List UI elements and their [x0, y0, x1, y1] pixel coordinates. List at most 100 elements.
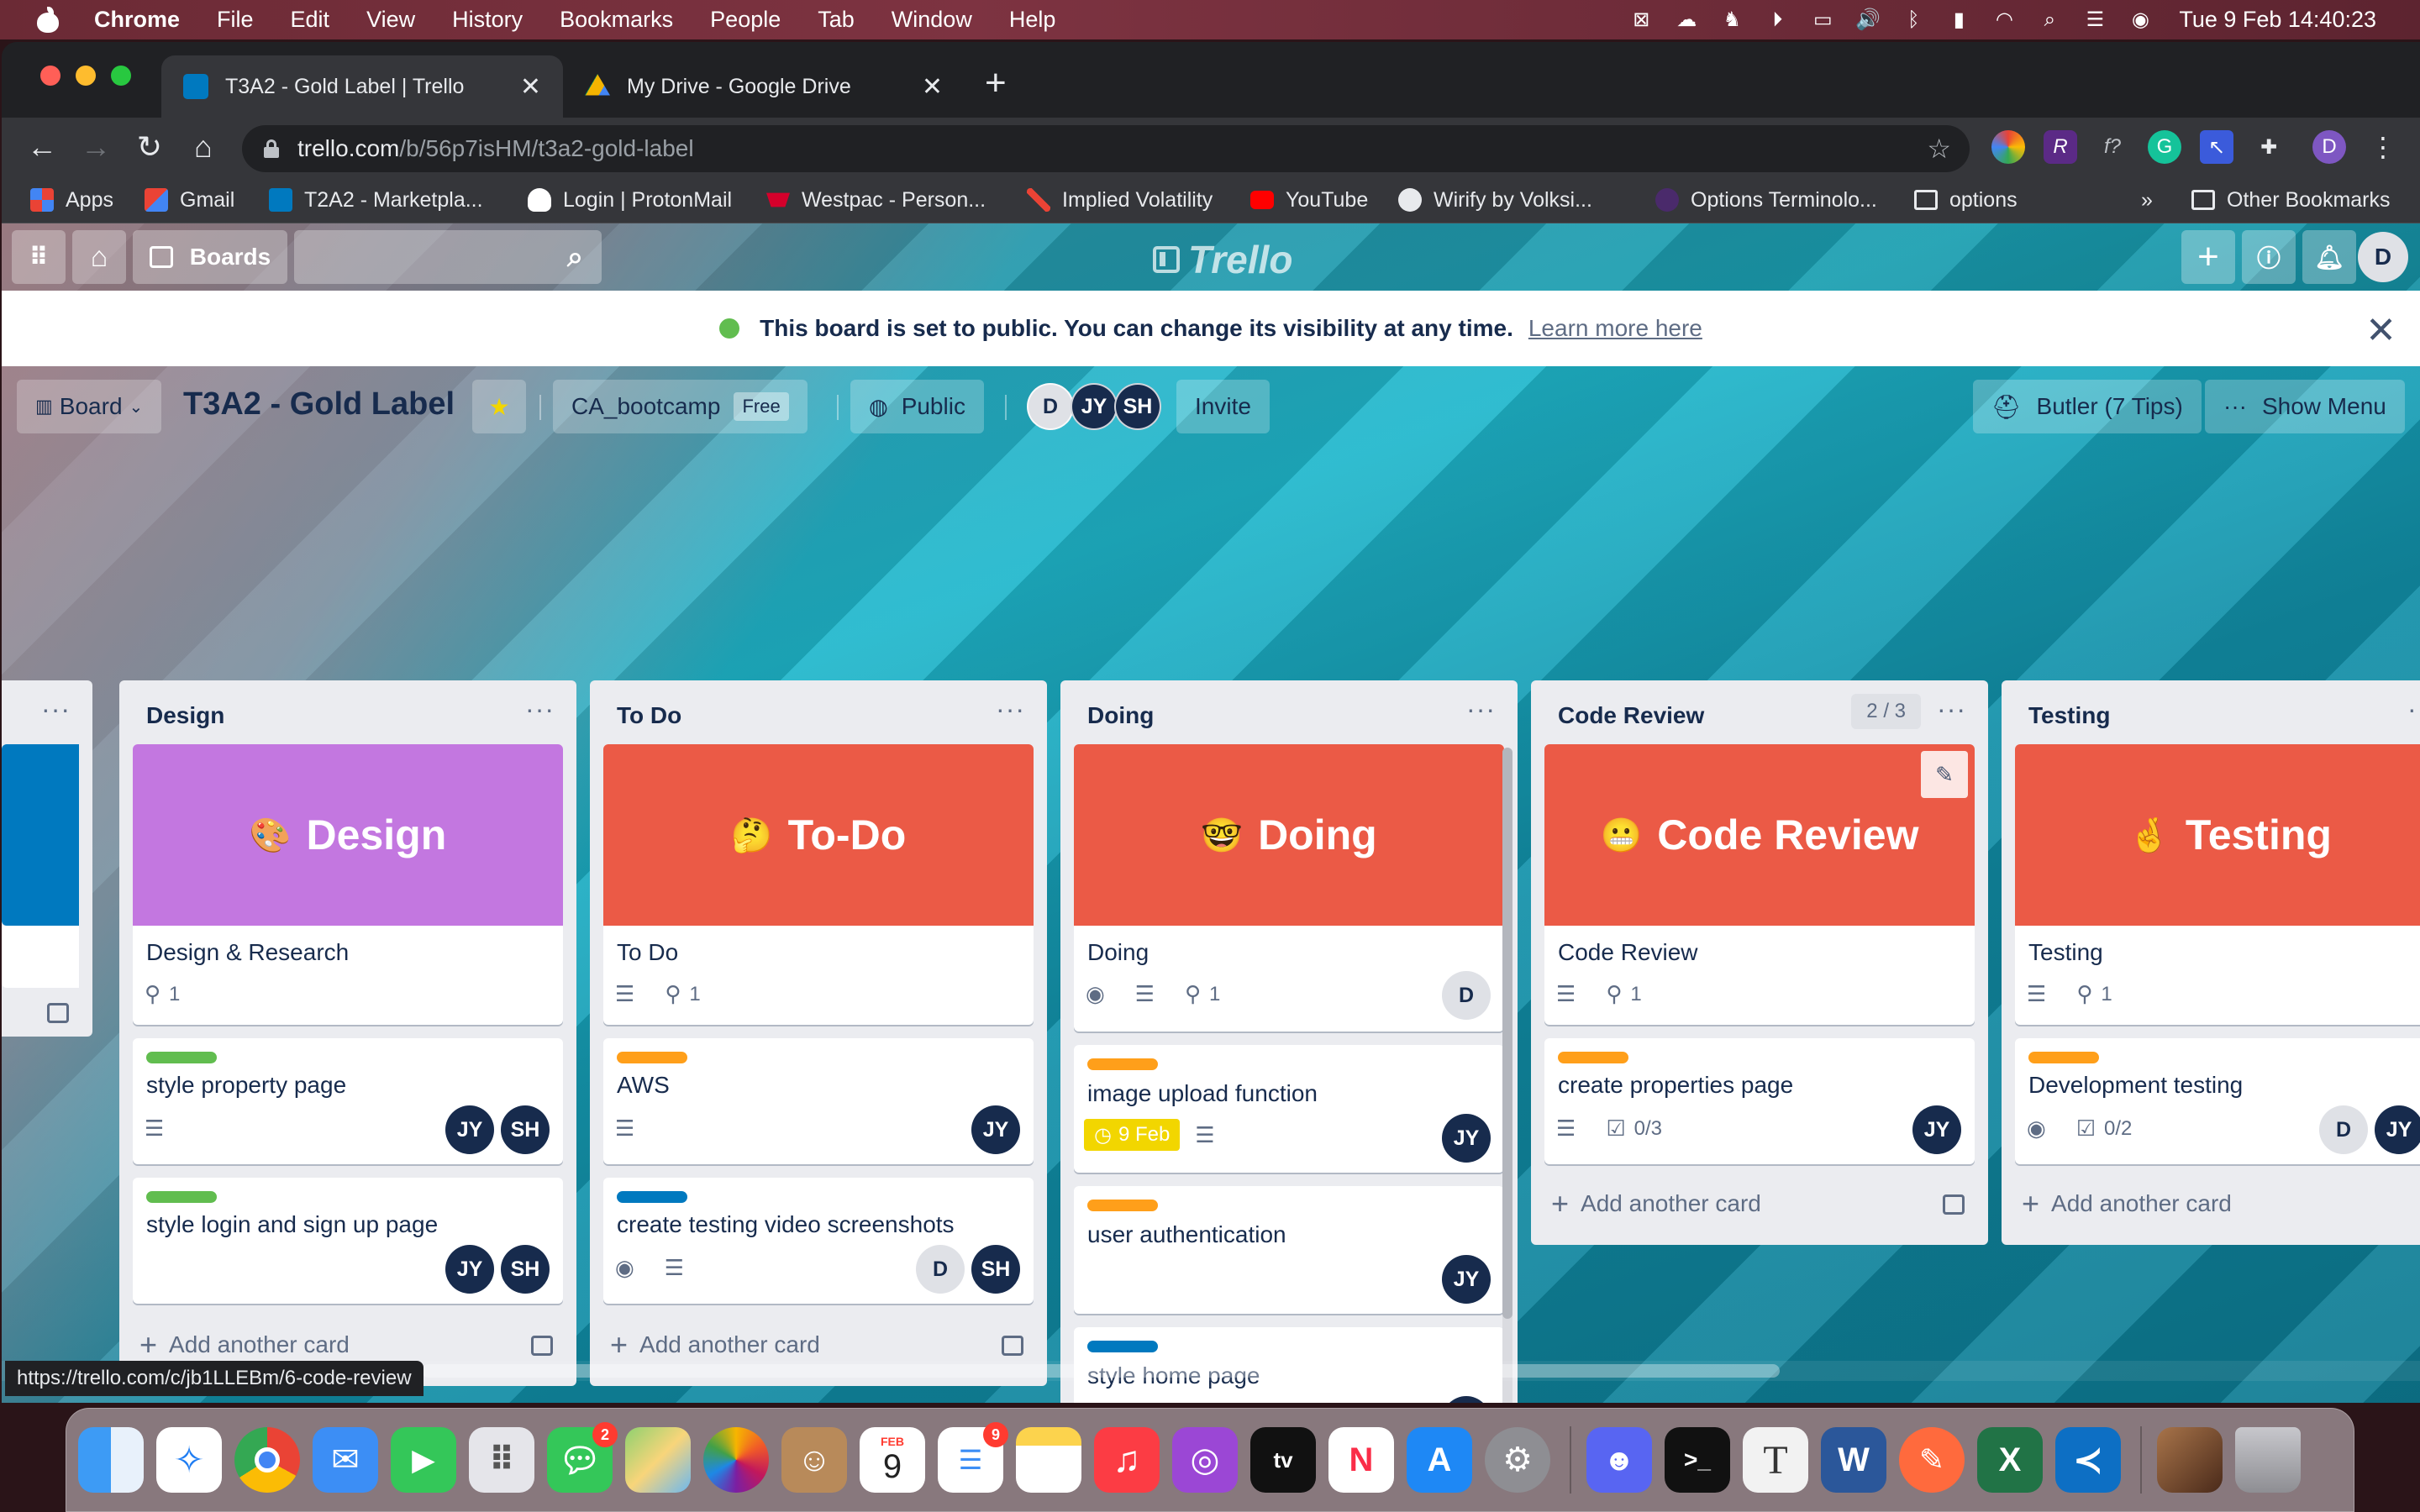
card-design-research[interactable]: 🎨 Design Design & Research ⚲ 1 — [133, 744, 563, 1025]
member-avatar[interactable]: SH — [971, 1245, 1020, 1294]
card-create-properties-page[interactable]: create properties page ☰ ☑ 0/3 JY — [1544, 1038, 1975, 1164]
member-avatar[interactable]: SH — [501, 1105, 550, 1154]
discord-icon[interactable]: ☻ — [1586, 1427, 1652, 1493]
member-avatar[interactable]: JY — [445, 1105, 494, 1154]
tab-trello[interactable]: T3A2 - Gold Label | Trello ✕ — [161, 55, 563, 118]
wifi-icon[interactable]: ◠ — [1991, 8, 2018, 32]
card-to-do[interactable]: 🤔 To-Do To Do ☰ ⚲ 1 — [603, 744, 1034, 1025]
podcasts-icon[interactable]: ◎ — [1172, 1427, 1238, 1493]
menu-bookmarks[interactable]: Bookmarks — [560, 7, 673, 33]
list-menu-icon[interactable]: ··· — [41, 694, 71, 725]
scrollbar-thumb[interactable] — [422, 1364, 1780, 1378]
function-extension-icon[interactable]: f? — [2096, 130, 2129, 164]
add-card-button[interactable]: + Add another card — [139, 1324, 350, 1366]
card-user-authentication[interactable]: user authentication JY — [1074, 1186, 1504, 1314]
new-tab-icon[interactable]: + — [985, 62, 1007, 104]
volume-icon[interactable]: 🔊 — [1854, 8, 1881, 32]
team-button[interactable]: CA_bootcamp Free — [553, 380, 808, 433]
board-view-switcher[interactable]: ▥ Board ⌄ — [17, 380, 162, 433]
music-icon[interactable]: ♫ — [1094, 1427, 1160, 1493]
bookmarks-overflow-icon[interactable]: » — [2141, 186, 2153, 213]
card-cover[interactable] — [2, 744, 79, 926]
list-menu-icon[interactable]: ··· — [996, 694, 1025, 725]
recent-document-icon[interactable] — [2157, 1427, 2223, 1493]
news-icon[interactable]: N — [1328, 1427, 1394, 1493]
card-doing[interactable]: 🤓 Doing Doing ◉ ☰ ⚲ 1 D — [1074, 744, 1504, 1032]
boards-button[interactable]: Boards — [133, 230, 287, 284]
bookmark-folder-options[interactable]: options — [1914, 186, 2018, 213]
home-button[interactable]: ⌂ — [72, 230, 126, 284]
forward-icon[interactable]: → — [77, 129, 114, 165]
bookmark-wirify[interactable]: Wirify by Volksi... — [1398, 186, 1592, 213]
board-member-avatar[interactable]: SH — [1114, 383, 1161, 430]
list-scrollbar[interactable] — [1502, 748, 1512, 1403]
member-avatar[interactable]: JY — [2375, 1105, 2420, 1154]
board-horizontal-scrollbar-track[interactable] — [2, 1398, 2420, 1403]
trello-logo[interactable]: Trello — [1153, 237, 1292, 282]
add-card-button[interactable]: + Add another card — [2022, 1183, 2232, 1225]
show-menu-button[interactable]: ··· Show Menu — [2205, 380, 2405, 433]
member-menu-avatar[interactable]: D — [2358, 232, 2408, 282]
play-circle-icon[interactable]: ⏵ — [1764, 8, 1791, 32]
close-window-button[interactable] — [40, 66, 60, 86]
template-icon[interactable] — [1002, 1336, 1023, 1356]
board-member-avatar[interactable]: D — [1027, 383, 1074, 430]
tab-google-drive[interactable]: My Drive - Google Drive ✕ — [563, 55, 965, 118]
menu-people[interactable]: People — [710, 7, 781, 33]
reload-icon[interactable]: ↻ — [131, 129, 168, 165]
excel-icon[interactable]: X — [1977, 1427, 2043, 1493]
facetime-icon[interactable]: ▶ — [391, 1427, 456, 1493]
template-icon[interactable] — [1943, 1194, 1965, 1215]
mail-icon[interactable]: ✉ — [313, 1427, 378, 1493]
extensions-puzzle-icon[interactable]: ✚ — [2252, 130, 2286, 164]
profile-avatar[interactable]: D — [2312, 130, 2346, 164]
minimize-window-button[interactable] — [76, 66, 96, 86]
card-testing[interactable]: 🤞 Testing Testing ☰ ⚲ 1 — [2015, 744, 2420, 1025]
butler-button[interactable]: ⛑ Butler (7 Tips) — [1973, 380, 2202, 433]
member-avatar[interactable]: JY — [445, 1245, 494, 1294]
terminal-icon[interactable]: >_ — [1665, 1427, 1730, 1493]
invite-button[interactable]: Invite — [1176, 380, 1270, 433]
list-title[interactable]: Design — [146, 702, 224, 729]
member-avatar[interactable]: JY — [1442, 1114, 1491, 1163]
create-button[interactable]: + — [2181, 230, 2235, 284]
member-avatar[interactable]: JY — [1912, 1105, 1961, 1154]
menu-tab[interactable]: Tab — [818, 7, 855, 33]
screen-icon[interactable]: ▭ — [1809, 8, 1836, 32]
card-development-testing[interactable]: Development testing ◉ ☑0/2 D JY SH — [2015, 1038, 2420, 1164]
messages-icon[interactable]: 💬︎ 2 — [547, 1422, 618, 1493]
member-avatar[interactable]: D — [916, 1245, 965, 1294]
list-menu-icon[interactable]: ··· — [1937, 694, 1966, 725]
star-board-icon[interactable]: ★ — [472, 380, 526, 433]
address-bar[interactable]: trello.com /b/56p7isHM/t3a2-gold-label ☆ — [242, 125, 1970, 172]
card[interactable] — [2, 926, 79, 988]
maximize-window-button[interactable] — [111, 66, 131, 86]
member-avatar[interactable]: JY — [971, 1105, 1020, 1154]
chrome-icon[interactable] — [234, 1427, 300, 1493]
menu-app-name[interactable]: Chrome — [94, 7, 180, 33]
bookmark-gmail[interactable]: Gmail — [145, 186, 234, 213]
system-preferences-icon[interactable]: ⚙ — [1485, 1427, 1550, 1493]
close-banner-icon[interactable]: ✕ — [2365, 309, 2396, 352]
add-card-button[interactable]: + Add another card — [1551, 1183, 1761, 1225]
menu-window[interactable]: Window — [892, 7, 972, 33]
notes-icon[interactable] — [1016, 1427, 1081, 1493]
card-aws[interactable]: AWS ☰ JY — [603, 1038, 1034, 1164]
member-avatar[interactable]: D — [2319, 1105, 2368, 1154]
list-header[interactable]: Code Review 2 / 3 ··· — [1531, 680, 1988, 744]
calendar-icon[interactable]: FEB 9 — [860, 1427, 925, 1493]
add-card-button[interactable]: + Add another card — [610, 1324, 820, 1366]
menu-edit[interactable]: Edit — [291, 7, 330, 33]
scrollbar-thumb[interactable] — [1502, 748, 1512, 1319]
launchpad-icon[interactable]: ⠿ — [469, 1427, 534, 1493]
member-avatar[interactable]: JY — [1442, 1255, 1491, 1304]
control-center-icon[interactable]: ☰ — [2081, 8, 2108, 32]
menu-file[interactable]: File — [217, 7, 254, 33]
maps-icon[interactable] — [625, 1427, 691, 1493]
battery-icon[interactable]: ▮ — [1945, 8, 1972, 32]
grammarly-icon[interactable]: G — [2148, 130, 2181, 164]
close-tab-icon[interactable]: ✕ — [520, 72, 541, 102]
list-header[interactable]: Design ··· — [119, 680, 576, 744]
browser-menu-icon[interactable]: ⋮ — [2366, 130, 2400, 164]
apps-switcher-button[interactable]: ⠿ — [12, 230, 66, 284]
